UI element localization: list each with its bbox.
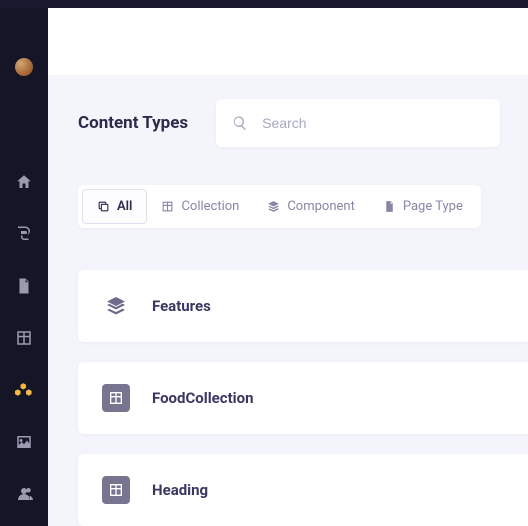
nav-image[interactable] [0,416,48,468]
type-list: Features FoodCollection Heading [78,270,528,526]
blog-icon [15,225,33,243]
type-name: FoodCollection [152,389,254,407]
grid-icon [161,200,174,213]
filter-pagetype[interactable]: Page Type [369,189,477,224]
filter-collection[interactable]: Collection [147,189,253,224]
type-name: Heading [152,481,208,499]
layers-icon [267,200,280,213]
table-icon [15,329,33,347]
collection-icon [102,384,130,412]
document-icon [15,277,33,295]
nav-users[interactable] [0,468,48,520]
avatar[interactable] [15,58,33,76]
sidebar [0,8,48,526]
content-area: Content Types All Collection Component P [48,75,528,526]
type-name: Features [152,297,211,315]
image-icon [15,433,33,451]
topbar [0,0,528,8]
modules-icon [15,381,33,399]
main: Content Types All Collection Component P [48,8,528,526]
filter-label: Component [287,199,355,214]
type-card-heading[interactable]: Heading [78,454,528,526]
nav-modules[interactable] [0,364,48,416]
type-card-foodcollection[interactable]: FoodCollection [78,362,528,434]
users-icon [15,485,33,503]
search-icon [232,115,248,131]
filter-label: Page Type [403,199,463,214]
copy-icon [97,200,110,213]
nav-document[interactable] [0,260,48,312]
filter-label: Collection [181,199,239,214]
nav-home[interactable] [0,156,48,208]
page-title: Content Types [78,113,188,133]
nav-blog[interactable] [0,208,48,260]
home-icon [15,173,33,191]
page-icon [383,200,396,213]
search-box[interactable] [216,99,500,147]
filter-label: All [117,199,132,214]
type-card-features[interactable]: Features [78,270,528,342]
filter-tabs: All Collection Component Page Type [78,185,481,228]
filter-component[interactable]: Component [253,189,369,224]
nav-table[interactable] [0,312,48,364]
collection-icon [102,476,130,504]
component-icon [102,292,130,320]
title-row: Content Types [78,99,528,147]
search-input[interactable] [262,115,484,131]
header-area [48,8,528,75]
filter-all[interactable]: All [82,189,147,224]
